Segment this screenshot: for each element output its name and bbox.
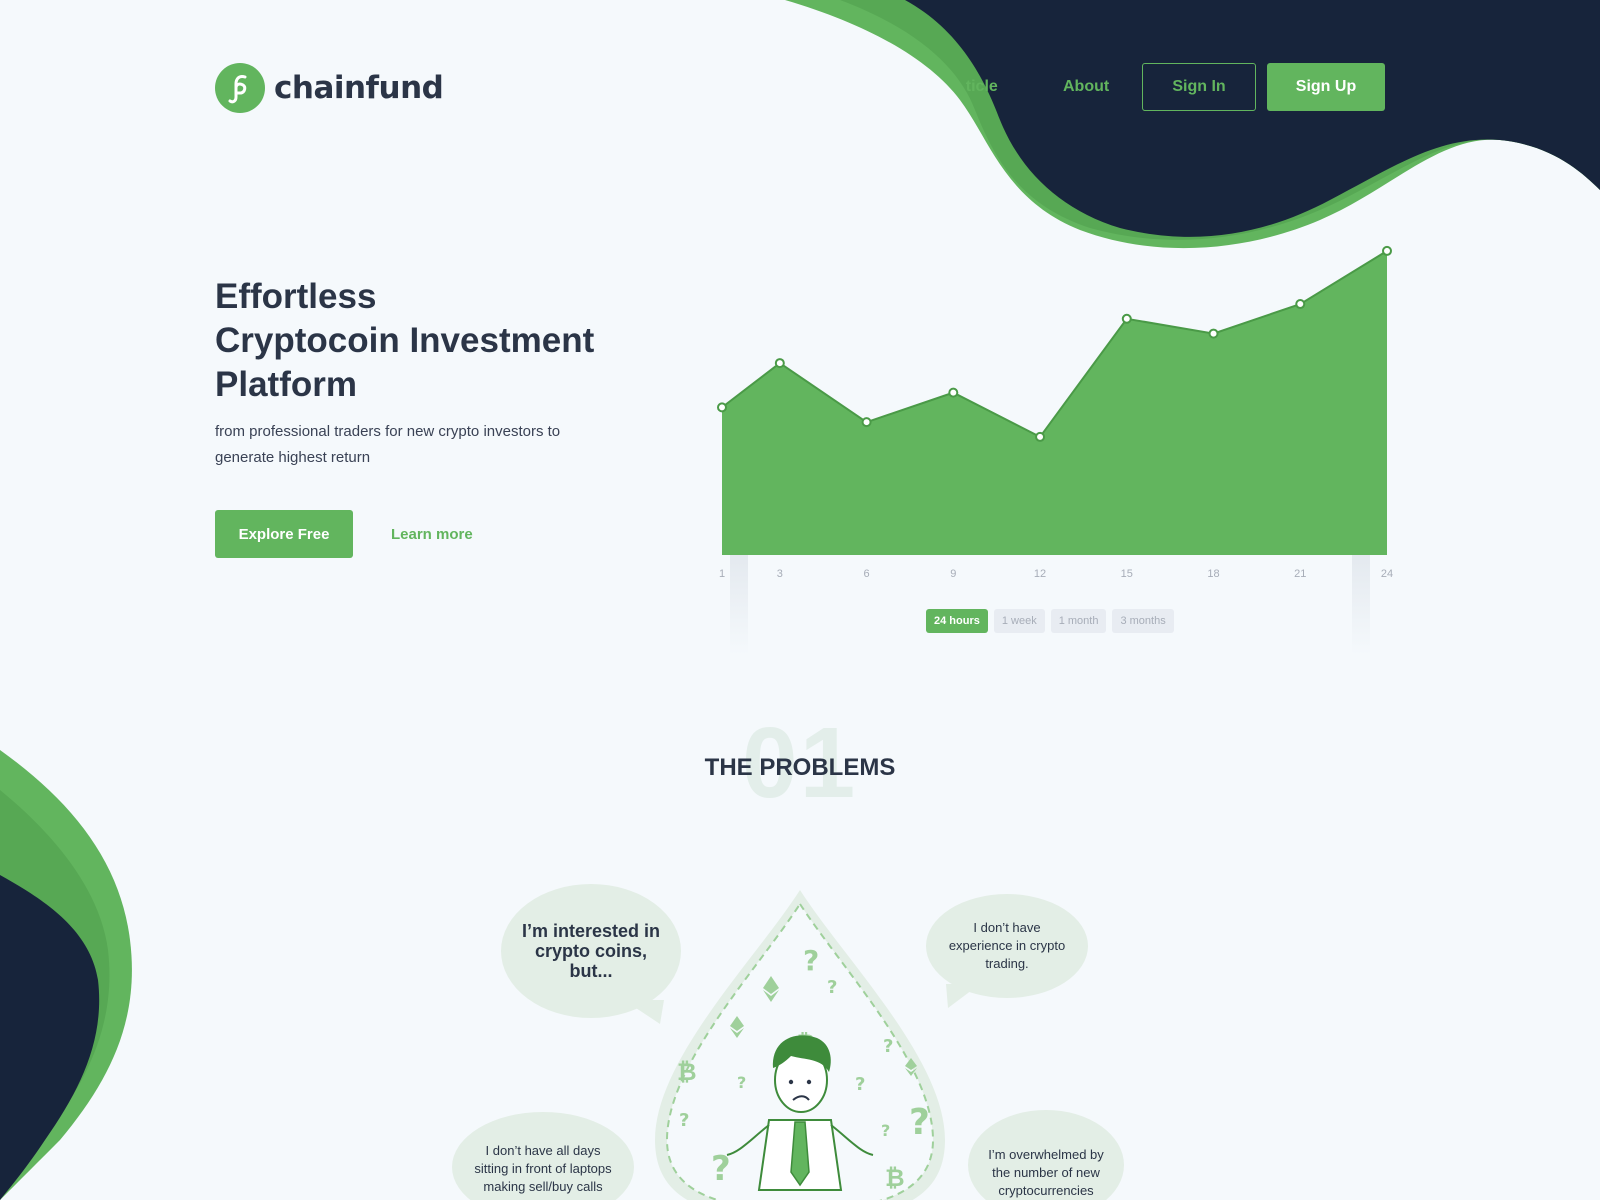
chart-point bbox=[1121, 313, 1132, 324]
x-tick-label: 12 bbox=[1034, 568, 1046, 580]
confused-investor-illustration: ? ? ? ? ? ? ? ? ? ₿ ₿ ₿ bbox=[655, 890, 945, 1200]
explore-free-button[interactable]: Explore Free bbox=[215, 510, 353, 558]
nav-link-about[interactable]: About bbox=[1063, 63, 1109, 111]
top-dark-blob bbox=[905, 0, 1600, 237]
speech-bubble-text: I’m overwhelmed by the number of new cry… bbox=[988, 1147, 1104, 1198]
speech-bubble-no-experience: I don’t have experience in crypto tradin… bbox=[926, 894, 1088, 998]
chart-point bbox=[1295, 299, 1306, 310]
x-tick-label: 21 bbox=[1294, 568, 1306, 580]
hero-title-line-1: Effortless bbox=[215, 277, 377, 316]
time-range-selector: 24 hours 1 week 1 month 3 months bbox=[926, 609, 1174, 633]
question-mark-icon: ? bbox=[855, 1074, 865, 1095]
question-mark-icon: ? bbox=[883, 1036, 893, 1057]
bitcoin-icon: ₿ bbox=[677, 1058, 697, 1086]
x-tick-label: 9 bbox=[950, 568, 956, 580]
price-area-chart: 1 3 6 9 12 15 18 21 24 bbox=[717, 245, 1393, 655]
logo-mark-icon bbox=[215, 63, 265, 113]
range-3-months[interactable]: 3 months bbox=[1112, 609, 1174, 633]
brand-logo[interactable]: chainfund bbox=[215, 63, 444, 113]
x-tick-label: 1 bbox=[719, 568, 725, 580]
section-title: THE PROBLEMS bbox=[704, 754, 896, 781]
chart-right-shadow bbox=[1352, 555, 1370, 655]
chart-point bbox=[774, 358, 785, 369]
nav-link-about-label: About bbox=[1063, 78, 1110, 95]
range-1-month[interactable]: 1 month bbox=[1050, 609, 1107, 633]
question-mark-icon: ? bbox=[881, 1121, 890, 1140]
speech-bubble-text: I don’t have experience in crypto tradin… bbox=[948, 920, 1066, 971]
hero-title-line-2: Cryptocoin Investment bbox=[215, 321, 595, 360]
question-mark-icon: ? bbox=[737, 1073, 746, 1092]
chart-left-shadow bbox=[730, 555, 748, 655]
x-tick-label: 18 bbox=[1207, 568, 1219, 580]
speech-bubble-text: I’m interested in crypto coins, but... bbox=[521, 921, 661, 981]
nav-link-article[interactable]: Article bbox=[966, 63, 998, 111]
question-mark-icon: ? bbox=[803, 944, 819, 977]
sign-in-button[interactable]: Sign In bbox=[1142, 63, 1256, 111]
hero-title-line-3: Platform bbox=[215, 365, 357, 404]
brand-name: chainfund bbox=[274, 70, 444, 106]
x-tick-label: 3 bbox=[777, 568, 783, 580]
chart-point bbox=[1035, 431, 1046, 442]
range-24-hours[interactable]: 24 hours bbox=[926, 609, 988, 633]
learn-more-link[interactable]: Learn more bbox=[391, 510, 473, 558]
x-tick-label: 24 bbox=[1381, 568, 1393, 580]
question-mark-icon: ? bbox=[909, 1102, 930, 1143]
sign-up-button[interactable]: Sign Up bbox=[1267, 63, 1385, 111]
bitcoin-icon: ₿ bbox=[885, 1164, 905, 1192]
question-mark-icon: ? bbox=[679, 1110, 689, 1131]
speech-bubble-interested: I’m interested in crypto coins, but... bbox=[501, 884, 681, 1018]
question-mark-icon: ? bbox=[827, 977, 837, 998]
hero-title: Effortless Cryptocoin Investment Platfor… bbox=[215, 275, 635, 407]
chart-point bbox=[1208, 328, 1219, 339]
chart-point bbox=[1382, 245, 1392, 256]
hero-subtitle: from professional traders for new crypto… bbox=[215, 423, 561, 466]
chart-point bbox=[717, 402, 727, 413]
chart-point bbox=[948, 387, 959, 398]
x-tick-label: 15 bbox=[1121, 568, 1133, 580]
range-1-week[interactable]: 1 week bbox=[993, 609, 1045, 633]
x-tick-label: 6 bbox=[864, 568, 870, 580]
chart-area bbox=[722, 250, 1387, 555]
chart-point bbox=[861, 417, 872, 428]
speech-bubble-text: I don’t have all days sitting in front o… bbox=[474, 1143, 612, 1194]
